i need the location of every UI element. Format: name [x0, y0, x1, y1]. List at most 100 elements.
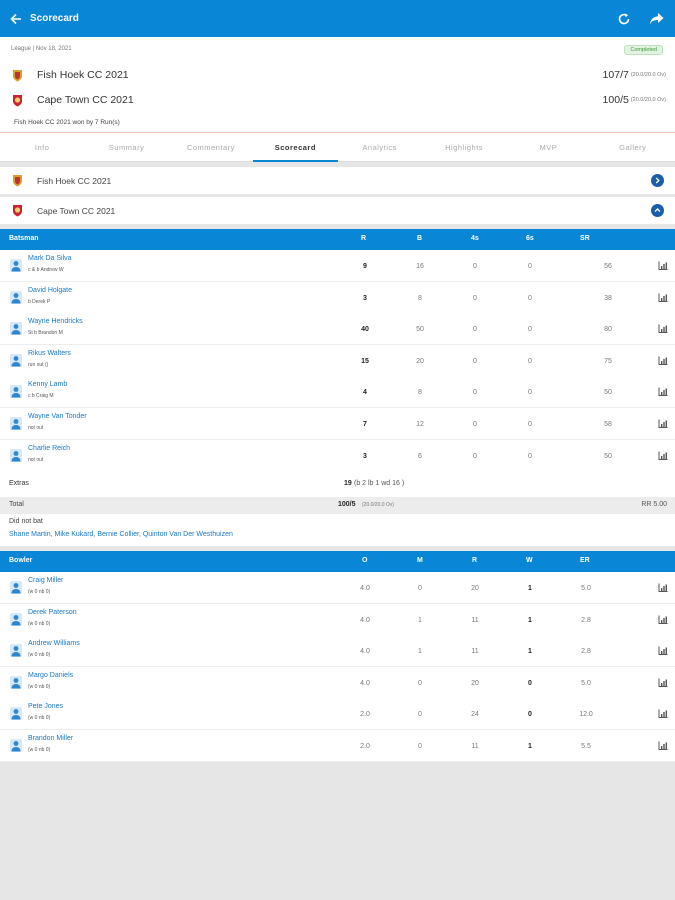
club-crest-icon: [13, 205, 22, 217]
player-name[interactable]: Derek Paterson: [28, 609, 77, 616]
table-row[interactable]: Andrew Williams (w 0 nb 0) 4.0 1 11 1 2.8: [0, 635, 675, 668]
player-name[interactable]: Brandon Miller: [28, 735, 73, 742]
innings-row-2[interactable]: Cape Town CC 2021: [0, 197, 675, 225]
player-detail: c b Craig M: [28, 393, 54, 400]
team-score: 100/5: [602, 94, 629, 106]
table-row[interactable]: Kenny Lamb c b Craig M 4 8 0 0 50: [0, 376, 675, 409]
balls-cell: 6: [418, 452, 422, 460]
player-detail: St b Brandon M: [28, 330, 63, 337]
club-crest-icon: [13, 175, 22, 187]
player-name[interactable]: Craig Miller: [28, 577, 63, 584]
player-name[interactable]: Pete Jones: [28, 703, 63, 710]
tab-mvp[interactable]: MVP: [506, 133, 590, 161]
tab-highlights[interactable]: Highlights: [422, 133, 506, 161]
wickets-cell: 0: [528, 711, 532, 719]
fours-cell: 0: [473, 452, 477, 460]
player-name[interactable]: Margo Daniels: [28, 672, 73, 679]
bar-chart-icon[interactable]: [658, 646, 668, 656]
extras-row: Extras 19 (b 2 lb 1 wd 16 ): [0, 471, 675, 498]
team-score: 107/7: [602, 69, 629, 81]
player-name[interactable]: Wayne Hendricks: [28, 318, 83, 325]
table-row[interactable]: Wayne Van Tonder not out 7 12 0 0 58: [0, 408, 675, 440]
balls-cell: 20: [416, 357, 424, 365]
bar-chart-icon[interactable]: [658, 583, 668, 592]
player-detail: (w 0 nb 0): [28, 652, 51, 659]
bar-chart-icon[interactable]: [658, 451, 668, 460]
bar-chart-icon[interactable]: [658, 293, 668, 302]
did-not-bat-section: Did not bat Shane Martin, Mike Kukard, B…: [0, 514, 675, 546]
innings-row-1[interactable]: Fish Hoek CC 2021: [0, 167, 675, 195]
runs-cell: 7: [363, 421, 367, 428]
wickets-column-header: W: [526, 557, 533, 564]
bar-chart-icon[interactable]: [658, 419, 668, 428]
bar-chart-icon[interactable]: [658, 741, 668, 750]
bar-chart-icon[interactable]: [658, 387, 668, 397]
person-avatar-icon: [10, 707, 22, 721]
batsman-column-header: Batsman: [9, 235, 39, 242]
person-avatar-icon: [10, 581, 22, 594]
sixes-cell: 0: [528, 294, 532, 302]
tab-scorecard[interactable]: Scorecard: [253, 133, 338, 162]
tab-summary[interactable]: Summary: [84, 133, 168, 161]
arrow-left-icon[interactable]: [9, 12, 23, 26]
bar-chart-icon[interactable]: [658, 709, 668, 719]
bowler-column-header: Bowler: [9, 557, 33, 564]
player-detail: c & b Andrew W: [28, 267, 64, 273]
fours-cell: 0: [473, 263, 477, 270]
chevron-up-icon[interactable]: [651, 204, 664, 217]
runs-cell: 4: [363, 389, 367, 397]
player-name[interactable]: Kenny Lamb: [28, 381, 67, 388]
strike-rate-cell: 56: [604, 263, 612, 270]
runs-cell: 9: [363, 263, 367, 270]
table-row[interactable]: Margo Daniels (w 0 nb 0) 4.0 0 20 0 5.0: [0, 666, 675, 699]
bar-chart-icon[interactable]: [658, 261, 668, 270]
fours-cell: 0: [473, 421, 477, 428]
player-detail: (w 0 nb 0): [28, 620, 51, 627]
tab-analytics[interactable]: Analytics: [338, 133, 422, 161]
table-row[interactable]: Rikus Walters run out () 15 20 0 0 75: [0, 344, 675, 377]
fours-cell: 0: [473, 294, 477, 302]
person-avatar-icon: [10, 353, 22, 367]
wickets-cell: 1: [528, 585, 532, 592]
player-detail: not out: [28, 425, 44, 431]
wickets-cell: 1: [528, 743, 532, 750]
player-name[interactable]: Charlie Reich: [28, 445, 70, 452]
table-row[interactable]: Craig Miller (w 0 nb 0) 4.0 0 20 1 5.0: [0, 572, 675, 604]
table-row[interactable]: Pete Jones (w 0 nb 0) 2.0 0 24 0 12.0: [0, 698, 675, 731]
bar-chart-icon[interactable]: [658, 678, 668, 687]
runs-conceded-cell: 24: [471, 711, 479, 719]
fours-cell: 0: [473, 326, 477, 334]
table-row[interactable]: Wayne Hendricks St b Brandon M 40 50 0 0 80: [0, 313, 675, 346]
team-overs: (20.0/20.0 Ov): [630, 97, 666, 103]
table-row[interactable]: Derek Paterson (w 0 nb 0) 4.0 1 11 1 2.8: [0, 603, 675, 636]
player-name[interactable]: Rikus Walters: [28, 350, 71, 357]
tab-bar: Info Summary Commentary Scorecard Analyt…: [0, 132, 675, 162]
balls-cell: 12: [416, 421, 424, 428]
chevron-right-icon[interactable]: [651, 174, 664, 187]
team-overs: (20.0/20.0 Ov): [630, 72, 666, 78]
table-row[interactable]: Brandon Miller (w 0 nb 0) 2.0 0 11 1 5.5: [0, 730, 675, 762]
player-name[interactable]: Wayne Van Tonder: [28, 413, 87, 420]
tab-info[interactable]: Info: [0, 133, 84, 161]
player-name[interactable]: Andrew Williams: [28, 640, 80, 647]
tab-gallery[interactable]: Gallery: [591, 133, 675, 161]
did-not-bat-players[interactable]: Shane Martin, Mike Kukard, Bernie Collie…: [9, 531, 233, 538]
share-icon[interactable]: [648, 11, 664, 27]
maidens-cell: 0: [418, 743, 422, 750]
bar-chart-icon[interactable]: [658, 324, 668, 334]
tab-commentary[interactable]: Commentary: [169, 133, 253, 161]
bar-chart-icon[interactable]: [658, 356, 668, 365]
person-avatar-icon: [10, 612, 22, 626]
extras-label: Extras: [9, 480, 29, 487]
table-row[interactable]: David Holgate b Derek P 3 8 0 0 38: [0, 281, 675, 314]
bar-chart-icon[interactable]: [658, 615, 668, 624]
page-title: Scorecard: [30, 13, 79, 24]
strike-rate-column-header: SR: [580, 235, 590, 242]
player-name[interactable]: David Holgate: [28, 287, 72, 294]
maidens-cell: 0: [418, 679, 422, 687]
table-row[interactable]: Mark Da Silva c & b Andrew W 9 16 0 0 56: [0, 250, 675, 282]
player-name[interactable]: Mark Da Silva: [28, 255, 72, 262]
overs-cell: 2.0: [360, 711, 370, 719]
refresh-icon[interactable]: [616, 11, 632, 27]
table-row[interactable]: Charlie Reich not out 3 6 0 0 50: [0, 439, 675, 472]
